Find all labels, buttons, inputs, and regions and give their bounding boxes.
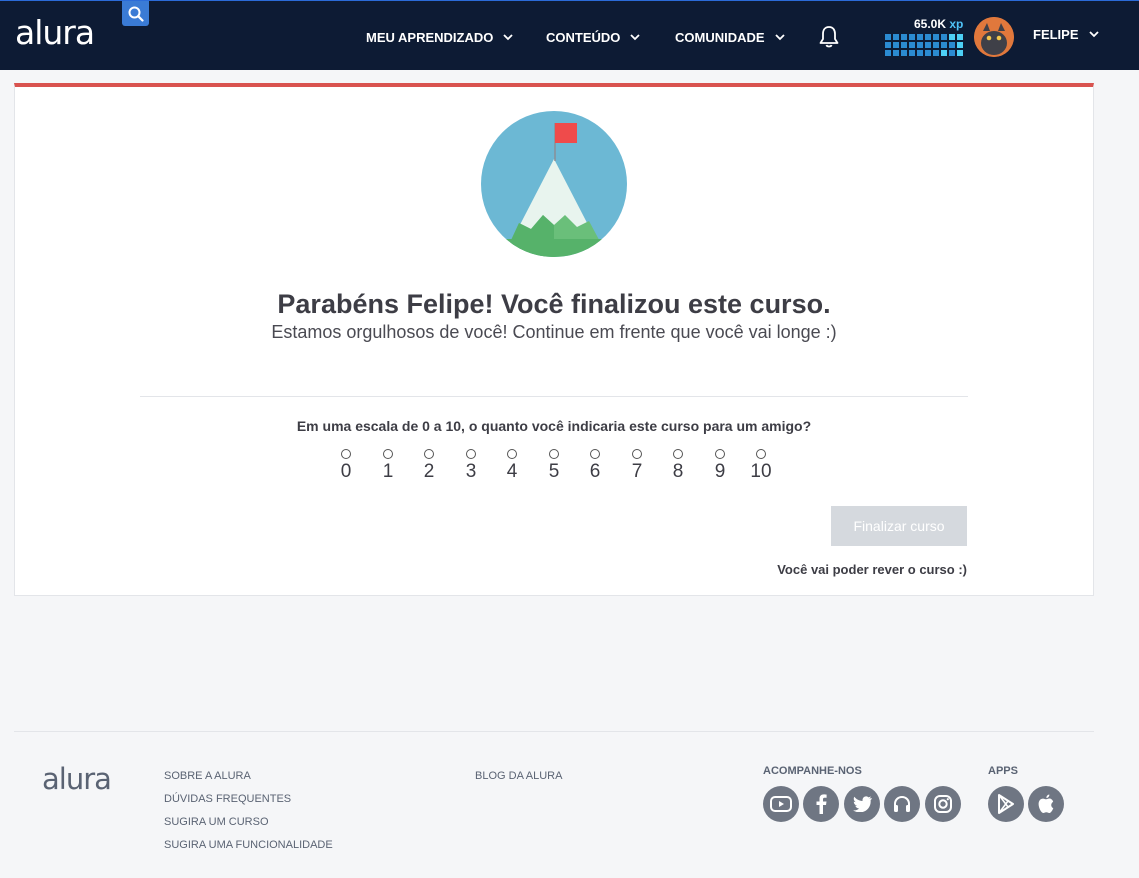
footer-link-sugira-curso[interactable]: SUGIRA UM CURSO [164,816,269,828]
xp-unit: xp [949,17,964,31]
nps-option-label: 10 [750,461,772,482]
footer-divider [14,731,1094,732]
user-name: FELIPE [1033,27,1079,42]
nps-option-label: 5 [548,461,560,482]
nps-option-label: 0 [340,461,352,482]
chevron-down-icon [1088,31,1099,38]
nav-label: CONTEÚDO [546,29,621,45]
radio-button[interactable] [507,449,517,459]
nps-option-0[interactable]: 0 [331,449,361,483]
course-completion-card: Parabéns Felipe! Você finalizou este cur… [14,83,1094,596]
radio-button[interactable] [383,449,393,459]
radio-button[interactable] [756,449,766,459]
footer-link-duvidas[interactable]: DÚVIDAS FREQUENTES [164,793,291,805]
google-play-icon [998,794,1014,814]
nps-option-label: 8 [672,461,684,482]
radio-button[interactable] [715,449,725,459]
nps-option-10[interactable]: 10 [746,449,776,483]
nps-option-label: 2 [423,461,435,482]
social-heading: ACOMPANHE-NOS [763,765,862,777]
user-menu[interactable]: FELIPE [1033,27,1099,42]
search-icon [128,6,144,22]
nps-option-label: 9 [714,461,726,482]
top-navbar: alura MEU APRENDIZADO CONTEÚDO COMUNIDAD… [0,0,1139,70]
nps-option-3[interactable]: 3 [456,449,486,483]
radio-button[interactable] [424,449,434,459]
nps-question: Em uma escala de 0 a 10, o quanto você i… [296,418,812,434]
instagram-icon [934,795,952,813]
search-button[interactable] [122,1,149,26]
chevron-down-icon [503,33,513,40]
divider [140,396,968,397]
radio-button[interactable] [549,449,559,459]
twitter-icon [853,796,872,812]
chevron-down-icon [774,33,785,40]
youtube-link[interactable] [763,786,799,822]
nps-option-8[interactable]: 8 [663,449,693,483]
nav-conteudo[interactable]: CONTEÚDO [546,27,641,47]
mountain-flag-illustration [481,111,627,257]
avatar[interactable] [974,17,1014,57]
radio-button[interactable] [673,449,683,459]
podcast-link[interactable] [884,786,920,822]
nps-option-4[interactable]: 4 [497,449,527,483]
footer-link-sugira-funcionalidade[interactable]: SUGIRA UMA FUNCIONALIDADE [164,839,333,851]
avatar-image [974,17,1014,57]
nps-option-7[interactable]: 7 [622,449,652,483]
nav-label: MEU APRENDIZADO [366,29,494,45]
finish-course-button[interactable]: Finalizar curso [831,506,967,546]
facebook-icon [816,794,827,814]
nav-comunidade[interactable]: COMUNIDADE [675,27,785,47]
nps-option-6[interactable]: 6 [580,449,610,483]
xp-value: 65.0K [914,17,947,31]
nav-label: COMUNIDADE [675,29,765,45]
radio-button[interactable] [632,449,642,459]
nav-meu-aprendizado[interactable]: MEU APRENDIZADO [366,27,513,47]
page-title: Parabéns Felipe! Você finalizou este cur… [277,289,831,319]
nps-option-label: 7 [631,461,643,482]
chevron-down-icon [630,33,641,40]
nps-option-label: 3 [465,461,477,482]
twitter-link[interactable] [844,786,880,822]
apple-store-link[interactable] [1028,786,1064,822]
nps-option-5[interactable]: 5 [539,449,569,483]
page-subtitle: Estamos orgulhosos de você! Continue em … [271,322,837,342]
nps-option-2[interactable]: 2 [414,449,444,483]
footer-logo[interactable]: alura [42,762,112,796]
apps-heading: APPS [988,765,1018,777]
apple-icon [1038,794,1054,813]
alura-logo[interactable]: alura [15,13,95,52]
notification-bell-icon[interactable] [818,25,840,49]
youtube-icon [770,796,792,812]
podcast-icon [894,795,910,812]
nps-option-label: 6 [589,461,601,482]
nps-option-label: 1 [382,461,394,482]
xp-counter[interactable]: 65.0K xp [914,17,963,31]
nps-option-1[interactable]: 1 [373,449,403,483]
footer-link-sobre[interactable]: SOBRE A ALURA [164,770,251,782]
radio-button[interactable] [466,449,476,459]
nps-option-label: 4 [506,461,518,482]
radio-button[interactable] [590,449,600,459]
facebook-link[interactable] [803,786,839,822]
instagram-link[interactable] [925,786,961,822]
nps-scale: 0 1 2 3 4 5 6 7 8 9 10 [15,449,1093,489]
review-note: Você vai poder rever o curso :) [777,562,967,577]
xp-activity-grid[interactable] [885,34,963,56]
radio-button[interactable] [341,449,351,459]
footer-link-blog[interactable]: BLOG DA ALURA [475,770,562,782]
google-play-link[interactable] [988,786,1024,822]
nps-option-9[interactable]: 9 [705,449,735,483]
